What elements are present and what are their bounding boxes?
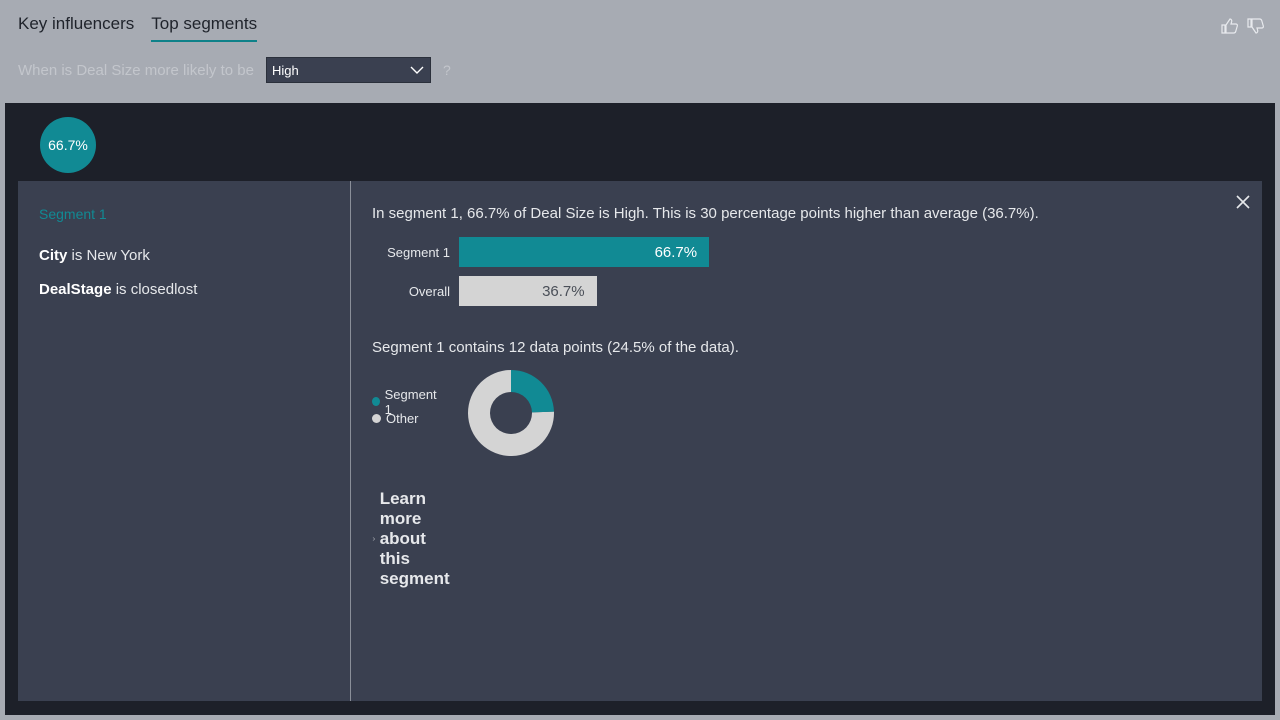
segment-bar: 66.7% [459, 237, 710, 267]
deal-size-selected-value: High [271, 62, 299, 78]
question-text: When is Deal Size more likely to be [18, 61, 254, 79]
feedback-buttons [1220, 16, 1266, 41]
overall-bar: 36.7% [459, 276, 597, 306]
bar-row-overall: Overall 36.7% [372, 276, 834, 306]
condition-dealstage: DealStage is closedlost [39, 281, 197, 298]
legend-dot [372, 397, 380, 406]
thumbs-up-icon[interactable] [1220, 16, 1240, 41]
tab-top-segments[interactable]: Top segments [151, 14, 258, 42]
donut-slice-segment [511, 370, 554, 413]
help-icon[interactable]: ? [443, 62, 451, 78]
segment-bubble[interactable]: 66.7% [40, 117, 96, 173]
condition-operator: is closedlost [115, 281, 198, 298]
legend-dot [372, 414, 381, 423]
legend-item-segment: Segment 1 [372, 387, 438, 417]
chevron-down-icon [410, 66, 424, 74]
legend-label: Other [386, 411, 419, 426]
thumbs-down-icon[interactable] [1246, 16, 1266, 41]
bar-label: Overall [408, 283, 450, 299]
segments-panel: 66.7% Segment 1 City is New York DealSta… [5, 103, 1275, 715]
donut-legend: Segment 1 Other [372, 387, 438, 427]
segment-title: Segment 1 [39, 206, 107, 222]
segment-conditions: Segment 1 City is New York DealStage is … [18, 181, 351, 701]
bar-row-segment: Segment 1 66.7% [372, 237, 834, 267]
condition-field: City [39, 247, 68, 264]
segment-contains-text: Segment 1 contains 12 data points (24.5%… [372, 339, 739, 356]
tab-bar: Key influencers Top segments [18, 14, 258, 42]
segment-summary: In segment 1, 66.7% of Deal Size is High… [372, 205, 1039, 222]
deal-size-select[interactable]: High [265, 57, 431, 83]
segment-detail: Segment 1 City is New York DealStage is … [18, 181, 1262, 701]
bar-track: 36.7% [459, 276, 834, 306]
tab-key-influencers[interactable]: Key influencers [18, 14, 134, 42]
condition-field: DealStage [39, 281, 112, 298]
chevron-right-icon [372, 537, 376, 541]
condition-operator: is New York [71, 247, 150, 264]
question-row: When is Deal Size more likely to be High… [18, 57, 451, 83]
bar-label: Segment 1 [387, 244, 450, 260]
bar-track: 66.7% [459, 237, 834, 267]
close-icon[interactable] [1234, 193, 1252, 211]
segment-donut-chart [468, 370, 554, 456]
condition-city: City is New York [39, 247, 150, 264]
learn-more-link[interactable]: Learn more about this segment [372, 489, 458, 589]
learn-more-label: Learn more about this segment [379, 489, 450, 588]
